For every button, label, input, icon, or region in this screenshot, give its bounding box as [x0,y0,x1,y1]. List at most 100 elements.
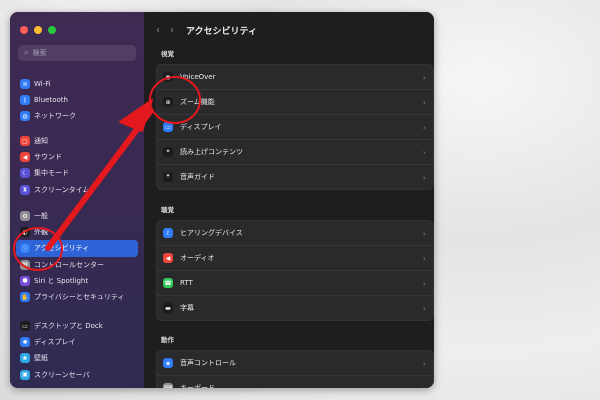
sidebar: ⌕ 検索 ≋ Wi-Fi ᛒ Bluetooth ◍ ネットワーク ▢ 通知 ◀ サウンド ☾ 集中… [10,12,144,388]
settings-row-label: 音声ガイド [180,173,215,181]
sidebar-item-gear[interactable]: ⚙ 一般 [16,208,138,224]
settings-row-label: ズーム機能 [180,98,215,106]
sidebar-item-label: 集中モード [34,169,69,178]
siri-icon: ● [20,275,30,286]
sidebar-item-siri[interactable]: ● Siri と Spotlight [16,273,138,289]
sidebar-item-appearance[interactable]: ◐ 外観 [16,224,138,240]
sidebar-item-label: 外観 [34,228,48,237]
back-button[interactable]: ‹ [156,25,160,36]
settings-card: ◉ VoiceOver › ⊕ ズーム機能 › ▭ ディスプレイ › ❝ 読み上げコンテンツ › ❞ 音声… [156,64,434,190]
settings-row-rtt[interactable]: ☎ RTT › [157,271,433,296]
section-title: 動作 [161,336,174,344]
sidebar-item-label: デスクトップと Dock [34,322,103,331]
sidebar-item-wallpaper[interactable]: ❀ 壁紙 [16,350,138,366]
sidebar-item-hourglass[interactable]: ⧗ スクリーンタイム [16,182,138,198]
sidebar-item-speaker[interactable]: ◀ サウンド [16,149,138,165]
chevron-right-icon: › [422,97,426,107]
settings-row-ear[interactable]: ℰ ヒアリングデバイス › [157,221,433,246]
settings-row-voiceover[interactable]: ◉ VoiceOver › [157,65,433,90]
sidebar-item-sun[interactable]: ✺ ディスプレイ [16,334,138,350]
sidebar-item-dock[interactable]: ▭ デスクトップと Dock [16,318,138,334]
minimize-button[interactable] [34,26,42,34]
settings-row-audio-description[interactable]: ❞ 音声ガイド › [157,165,433,189]
settings-row-voice-control[interactable]: ◈ 音声コントロール › [157,351,433,376]
sidebar-item-label: プライバシーとセキュリティ [34,293,125,302]
settings-card: ◈ 音声コントロール › ⌨ キーボード › [156,350,434,388]
section-title: 視覚 [161,50,174,58]
sidebar-group-notifications: ▢ 通知 ◀ サウンド ☾ 集中モード ⧗ スクリーンタイム [16,133,138,198]
voiceover-icon: ◉ [163,72,173,82]
zoom-button[interactable] [48,26,56,34]
settings-row-label: 音声コントロール [180,359,236,367]
sidebar-item-label: ディスプレイ [34,338,76,347]
sidebar-item-bluetooth[interactable]: ᛒ Bluetooth [16,92,138,108]
settings-row-speech[interactable]: ❝ 読み上げコンテンツ › [157,140,433,165]
settings-row-label: オーディオ [180,254,215,262]
sidebar-item-accessibility[interactable]: ⓘ アクセシビリティ [16,240,138,257]
search-icon: ⌕ [24,48,29,57]
sidebar-item-label: ネットワーク [34,112,76,121]
screensaver-icon: ▣ [20,369,30,380]
search-placeholder: 検索 [32,49,47,57]
sidebar-item-wifi[interactable]: ≋ Wi-Fi [16,76,138,92]
main-content: ‹ › アクセシビリティ 視覚 ◉ VoiceOver › ⊕ ズーム機能 › ▭ ディスプレイ… [144,12,434,388]
sidebar-item-label: スクリーンセーバ [34,370,90,379]
accessibility-icon: ⓘ [20,243,30,254]
sidebar-item-moon[interactable]: ☾ 集中モード [16,165,138,181]
keyboard-icon: ⌨ [163,383,173,388]
chevron-right-icon: › [422,358,426,368]
sidebar-item-label: Wi-Fi [34,80,51,89]
chevron-right-icon: › [422,122,426,132]
forward-button[interactable]: › [170,25,174,36]
wifi-icon: ≋ [20,79,30,90]
settings-row-label: ディスプレイ [180,123,222,131]
settings-row-display[interactable]: ▭ ディスプレイ › [157,115,433,140]
section-title: 聴覚 [161,206,174,214]
chevron-right-icon: › [422,72,426,82]
navigation-bar: ‹ › アクセシビリティ [156,24,257,37]
chevron-right-icon: › [422,383,426,389]
hourglass-icon: ⧗ [20,184,30,195]
settings-row-label: ヒアリングデバイス [180,229,243,237]
chevron-right-icon: › [422,147,426,157]
sidebar-item-label: 一般 [34,212,48,221]
settings-row-captions[interactable]: ▬ 字幕 › [157,296,433,320]
settings-row-zoom[interactable]: ⊕ ズーム機能 › [157,90,433,115]
rtt-icon: ☎ [163,278,173,288]
sidebar-item-bell[interactable]: ▢ 通知 [16,133,138,149]
ear-icon: ℰ [163,228,173,238]
settings-row-keyboard[interactable]: ⌨ キーボード › [157,376,433,388]
settings-card: ℰ ヒアリングデバイス › ◀ オーディオ › ☎ RTT › ▬ 字幕 › [156,220,434,321]
search-input[interactable]: ⌕ 検索 [18,45,136,61]
voice-control-icon: ◈ [163,358,173,368]
captions-icon: ▬ [163,303,173,313]
sidebar-item-label: Siri と Spotlight [34,276,89,285]
sidebar-item-screensaver[interactable]: ▣ スクリーンセーバ [16,367,138,383]
sidebar-item-control-center[interactable]: ▤ コントロールセンター [16,257,138,273]
chevron-right-icon: › [422,278,426,288]
sidebar-item-globe[interactable]: ◍ ネットワーク [16,108,138,124]
sidebar-item-hand[interactable]: ✋ プライバシーとセキュリティ [16,289,138,305]
settings-row-audio[interactable]: ◀ オーディオ › [157,246,433,271]
chevron-right-icon: › [422,228,426,238]
chevron-right-icon: › [422,172,426,182]
control-center-icon: ▤ [20,259,30,270]
bluetooth-icon: ᛒ [20,95,30,106]
settings-row-label: キーボード [180,384,215,388]
sun-icon: ✺ [20,337,30,348]
close-button[interactable] [20,26,28,34]
page-title: アクセシビリティ [186,27,258,37]
gear-icon: ⚙ [20,211,30,222]
display-icon: ▭ [163,122,173,132]
speech-icon: ❝ [163,147,173,157]
sidebar-group-display: ▭ デスクトップと Dock ✺ ディスプレイ ❀ 壁紙 ▣ スクリーンセーバ [16,318,138,383]
appearance-icon: ◐ [20,227,30,238]
sidebar-item-label: コントロールセンター [34,260,104,269]
sidebar-item-label: 壁紙 [34,354,48,363]
settings-row-label: VoiceOver [180,73,216,81]
sidebar-item-label: 通知 [34,137,48,146]
bell-icon: ▢ [20,136,30,147]
hand-icon: ✋ [20,292,30,303]
zoom-icon: ⊕ [163,97,173,107]
dock-icon: ▭ [20,321,30,332]
